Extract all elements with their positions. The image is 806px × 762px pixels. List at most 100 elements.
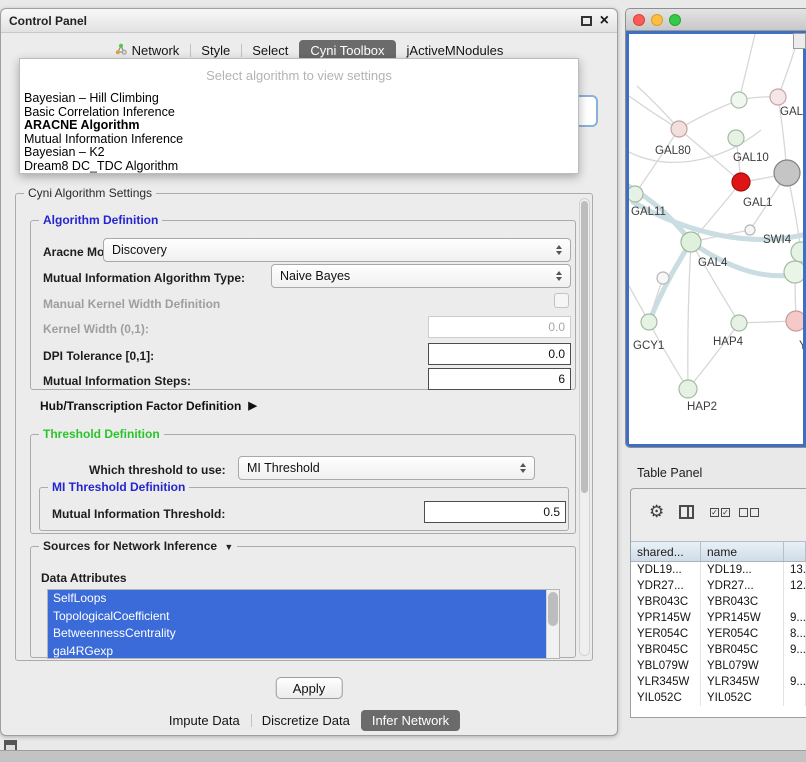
table-row[interactable]: YIL052CYIL052C xyxy=(631,690,806,706)
network-graph[interactable]: GAL80GAL10GAL1GAL11GAL4SWI4GCY1HAP4YHAP2… xyxy=(629,34,803,445)
table-row[interactable]: YBL079WYBL079W xyxy=(631,658,806,674)
table-cell: 8... xyxy=(784,626,806,642)
mi-algorithm-type-select[interactable]: Naive Bayes xyxy=(271,264,571,288)
algorithm-option-basic-correlation-inference[interactable]: Basic Correlation Inference xyxy=(20,106,578,120)
table-row[interactable]: YDL19...YDL19...13... xyxy=(631,562,806,578)
network-edge[interactable] xyxy=(688,323,739,389)
algorithm-option-bayesian-hill-climbing[interactable]: Bayesian – Hill Climbing xyxy=(20,92,578,106)
node-gal4[interactable] xyxy=(681,232,701,252)
table-cell: YDR27... xyxy=(701,578,784,594)
attribute-gal4rgexp[interactable]: gal4RGexp xyxy=(48,643,546,660)
network-node[interactable] xyxy=(731,92,747,108)
node-swi4[interactable] xyxy=(791,242,803,262)
table-row[interactable]: YER054CYER054C8... xyxy=(631,626,806,642)
bottom-strip xyxy=(0,750,806,762)
table-row[interactable]: YBR045CYBR045C9... xyxy=(631,642,806,658)
network-node[interactable] xyxy=(784,261,803,283)
network-node[interactable] xyxy=(728,130,744,146)
which-threshold-label: Which threshold to use: xyxy=(89,463,226,477)
network-edge[interactable] xyxy=(649,322,688,389)
dpi-tolerance-input[interactable] xyxy=(428,343,571,365)
control-panel-window: Control Panel × NetworkStyleSelectCyni T… xyxy=(0,8,618,736)
attribute-selfloops[interactable]: SelfLoops xyxy=(48,590,546,608)
bottom-tab-infer-network[interactable]: Infer Network xyxy=(361,710,460,731)
network-edge-thick[interactable] xyxy=(649,242,691,322)
node-gal80[interactable] xyxy=(671,121,687,137)
cyni-settings-group: Cyni Algorithm Settings Algorithm Defini… xyxy=(15,193,593,661)
network-titlebar[interactable] xyxy=(626,9,806,31)
table-row[interactable]: YDR27...YDR27...12... xyxy=(631,578,806,594)
mi-steps-input[interactable] xyxy=(428,368,571,390)
combo-arrows-icon xyxy=(552,239,566,261)
column-header-col2[interactable] xyxy=(784,542,806,561)
attribute-list-scrollbar-thumb[interactable] xyxy=(548,592,558,626)
network-edge[interactable] xyxy=(637,86,679,129)
network-edge[interactable] xyxy=(778,42,797,97)
apply-button[interactable]: Apply xyxy=(276,677,343,699)
settings-scrollbar-thumb[interactable] xyxy=(581,201,588,493)
network-edge[interactable] xyxy=(688,242,691,389)
float-window-icon[interactable] xyxy=(581,16,592,26)
aracne-mode-select[interactable]: Discovery xyxy=(103,238,571,262)
algorithm-option-dream8-dc-tdc-algorithm[interactable]: Dream8 DC_TDC Algorithm xyxy=(20,160,578,174)
network-node[interactable] xyxy=(745,225,755,235)
columns-glyph-icon xyxy=(679,505,694,519)
column-header-shared[interactable]: shared... xyxy=(631,542,701,561)
close-traffic-icon[interactable] xyxy=(633,14,645,26)
node-label: GAL xyxy=(780,106,803,118)
bottom-tab-discretize-data[interactable]: Discretize Data xyxy=(251,710,361,731)
network-canvas[interactable]: GAL80GAL10GAL1GAL11GAL4SWI4GCY1HAP4YHAP2… xyxy=(626,31,806,447)
attribute-list-scrollbar[interactable] xyxy=(546,590,559,658)
table-settings-gear-icon[interactable]: ⚙ xyxy=(649,502,664,522)
table-cell: YBL079W xyxy=(631,658,701,674)
table-row[interactable]: YBR043CYBR043C xyxy=(631,594,806,610)
settings-scrollbar[interactable] xyxy=(579,198,590,656)
attribute-list[interactable]: SelfLoopsTopologicalCoefficientBetweenne… xyxy=(47,589,560,659)
network-edge[interactable] xyxy=(739,34,755,100)
node-label: HAP4 xyxy=(713,336,744,348)
network-node[interactable] xyxy=(657,272,669,284)
column-header-name[interactable]: name xyxy=(701,542,784,561)
algorithm-option-bayesian-k2[interactable]: Bayesian – K2 xyxy=(20,146,578,160)
algorithm-option-mutual-information-inference[interactable]: Mutual Information Inference xyxy=(20,133,578,147)
deselect-all-icon[interactable] xyxy=(738,508,760,517)
node-y[interactable] xyxy=(786,311,803,331)
network-scrollbar-fragment[interactable] xyxy=(793,33,806,49)
table-cell: YLR345W xyxy=(631,674,701,690)
dpi-tolerance-label: DPI Tolerance [0,1]: xyxy=(43,349,154,363)
zoom-traffic-icon[interactable] xyxy=(669,14,681,26)
unchecked-box-icon xyxy=(739,508,748,517)
network-node[interactable] xyxy=(770,89,786,105)
threshold-definition-group: Threshold Definition Which threshold to … xyxy=(30,434,576,534)
minimize-traffic-icon[interactable] xyxy=(651,14,663,26)
table-row[interactable]: YPR145WYPR145W9... xyxy=(631,610,806,626)
table-body: YDL19...YDL19...13...YDR27...YDR27...12.… xyxy=(631,562,806,717)
control-panel-titlebar[interactable]: Control Panel × xyxy=(1,9,617,33)
node-gal1[interactable] xyxy=(774,160,800,186)
table-cell: 9... xyxy=(784,610,806,626)
table-cell: YDR27... xyxy=(631,578,701,594)
mi-threshold-input[interactable] xyxy=(424,501,566,523)
node-hap2[interactable] xyxy=(679,380,697,398)
node-gcy1[interactable] xyxy=(641,314,657,330)
select-all-icon[interactable]: ✓ ✓ xyxy=(709,508,731,517)
network-edge[interactable] xyxy=(679,100,739,129)
close-window-icon[interactable]: × xyxy=(600,11,609,31)
threshold-type-select[interactable]: MI Threshold xyxy=(238,456,535,480)
sources-toggle[interactable]: Sources for Network Inference ▼ xyxy=(39,539,237,553)
network-edge[interactable] xyxy=(629,96,679,129)
sources-title: Sources for Network Inference xyxy=(43,539,217,553)
combo-arrows-icon xyxy=(552,265,566,287)
node-gal10[interactable] xyxy=(732,173,750,191)
attribute-topologicalcoefficient[interactable]: TopologicalCoefficient xyxy=(48,608,546,626)
mi-type-label: Mutual Information Algorithm Type: xyxy=(43,271,245,285)
node-hap4[interactable] xyxy=(731,315,747,331)
tab-label: Infer Network xyxy=(372,710,449,731)
algorithm-option-aracne-algorithm[interactable]: ARACNE Algorithm xyxy=(20,119,578,133)
node-gal11[interactable] xyxy=(629,186,643,202)
bottom-tab-impute-data[interactable]: Impute Data xyxy=(158,710,251,731)
table-row[interactable]: YLR345WYLR345W9... xyxy=(631,674,806,690)
attribute-betweennesscentrality[interactable]: BetweennessCentrality xyxy=(48,625,546,643)
hub-section-toggle[interactable]: Hub/Transcription Factor Definition ▶ xyxy=(40,399,257,413)
column-visibility-icon[interactable] xyxy=(679,505,694,519)
